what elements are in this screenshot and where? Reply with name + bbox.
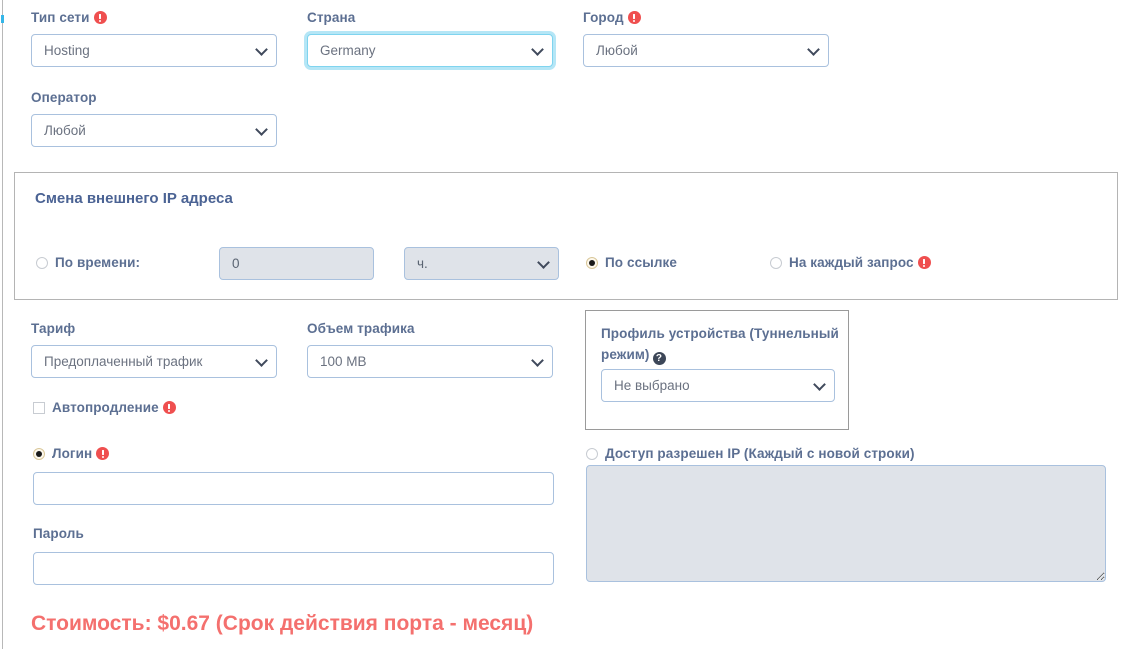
- login-option-label: Логин: [52, 446, 110, 462]
- radio-allowed-ip[interactable]: [586, 448, 598, 460]
- tariff-label: Тариф: [31, 321, 76, 336]
- radio-by-time-label: По времени:: [55, 255, 141, 270]
- radio-option-allowed-ip[interactable]: Доступ разрешен IP (Каждый с новой строк…: [586, 446, 915, 462]
- field-country: Страна Germany: [307, 10, 553, 67]
- chevron-down-icon: [537, 255, 550, 269]
- ip-change-interval-unit-value: ч.: [417, 256, 428, 271]
- checkbox-autorenew[interactable]: [33, 402, 45, 414]
- allowed-ip-textarea[interactable]: [586, 465, 1106, 582]
- operator-select[interactable]: Любой: [31, 114, 277, 147]
- device-profile-label: Профиль устройства (Туннельный режим)?: [601, 326, 839, 365]
- field-tariff: Тариф Предоплаченный трафик: [31, 321, 277, 378]
- chevron-down-icon: [531, 353, 544, 367]
- field-operator: Оператор Любой: [31, 90, 277, 147]
- warning-icon: [93, 11, 107, 24]
- country-value: Germany: [320, 43, 376, 58]
- ip-change-interval-unit-select[interactable]: ч.: [404, 247, 559, 280]
- password-label: Пароль: [33, 526, 84, 541]
- country-label: Страна: [307, 10, 356, 25]
- order-form-page: Тип сети Hosting Страна Germany Город Лю…: [0, 0, 1137, 649]
- device-profile-value: Не выбрано: [614, 378, 690, 393]
- radio-by-link-label: По ссылке: [605, 255, 677, 270]
- login-input[interactable]: [33, 472, 554, 505]
- radio-each-request-label: На каждый запрос: [789, 255, 931, 271]
- network-type-value: Hosting: [44, 43, 90, 58]
- radio-by-link[interactable]: [586, 257, 598, 269]
- autorenew-label: Автопродление: [52, 400, 176, 416]
- warning-icon: [917, 256, 931, 269]
- tariff-value: Предоплаченный трафик: [44, 354, 203, 369]
- chevron-down-icon: [255, 42, 268, 56]
- city-select[interactable]: Любой: [583, 34, 829, 67]
- country-select[interactable]: Germany: [307, 34, 553, 67]
- device-profile-select[interactable]: Не выбрано: [601, 369, 835, 402]
- field-network-type: Тип сети Hosting: [31, 10, 277, 67]
- operator-label: Оператор: [31, 90, 97, 105]
- network-type-label: Тип сети: [31, 10, 277, 26]
- city-label: Город: [583, 10, 829, 26]
- warning-icon: [96, 447, 110, 460]
- warning-icon: [627, 11, 641, 24]
- radio-option-each-request[interactable]: На каждый запрос: [770, 255, 931, 271]
- traffic-volume-value: 100 MB: [320, 354, 367, 369]
- ip-change-panel: Смена внешнего IP адреса По времени: ч. …: [14, 172, 1118, 300]
- device-profile-box: Профиль устройства (Туннельный режим)? Н…: [585, 310, 849, 430]
- question-mark-icon[interactable]: ?: [652, 352, 666, 365]
- traffic-volume-label: Объем трафика: [307, 321, 415, 336]
- field-traffic-volume: Объем трафика 100 MB: [307, 321, 553, 378]
- page-left-rule: [2, 0, 3, 649]
- page-left-accent-marker: [1, 15, 4, 23]
- field-city: Город Любой: [583, 10, 829, 67]
- allowed-ip-option-label: Доступ разрешен IP (Каждый с новой строк…: [605, 446, 915, 461]
- chevron-down-icon: [255, 353, 268, 367]
- operator-value: Любой: [44, 123, 86, 138]
- radio-by-time[interactable]: [36, 257, 48, 269]
- warning-icon: [162, 401, 176, 414]
- chevron-down-icon: [807, 42, 820, 56]
- network-type-select[interactable]: Hosting: [31, 34, 277, 67]
- password-input[interactable]: [33, 552, 554, 585]
- radio-login[interactable]: [33, 448, 45, 460]
- ip-change-interval-input[interactable]: [219, 247, 374, 280]
- radio-each-request[interactable]: [770, 257, 782, 269]
- chevron-down-icon: [813, 377, 826, 391]
- radio-option-by-link[interactable]: По ссылке: [586, 255, 677, 271]
- traffic-volume-select[interactable]: 100 MB: [307, 345, 553, 378]
- chevron-down-icon: [531, 42, 544, 56]
- radio-option-login[interactable]: Логин: [33, 446, 110, 462]
- tariff-select[interactable]: Предоплаченный трафик: [31, 345, 277, 378]
- ip-change-panel-title: Смена внешнего IP адреса: [35, 190, 233, 207]
- checkbox-option-autorenew[interactable]: Автопродление: [33, 400, 176, 416]
- radio-option-by-time[interactable]: По времени:: [36, 255, 140, 271]
- price-summary: Стоимость: $0.67 (Срок действия порта - …: [31, 612, 534, 635]
- city-value: Любой: [596, 43, 638, 58]
- chevron-down-icon: [255, 122, 268, 136]
